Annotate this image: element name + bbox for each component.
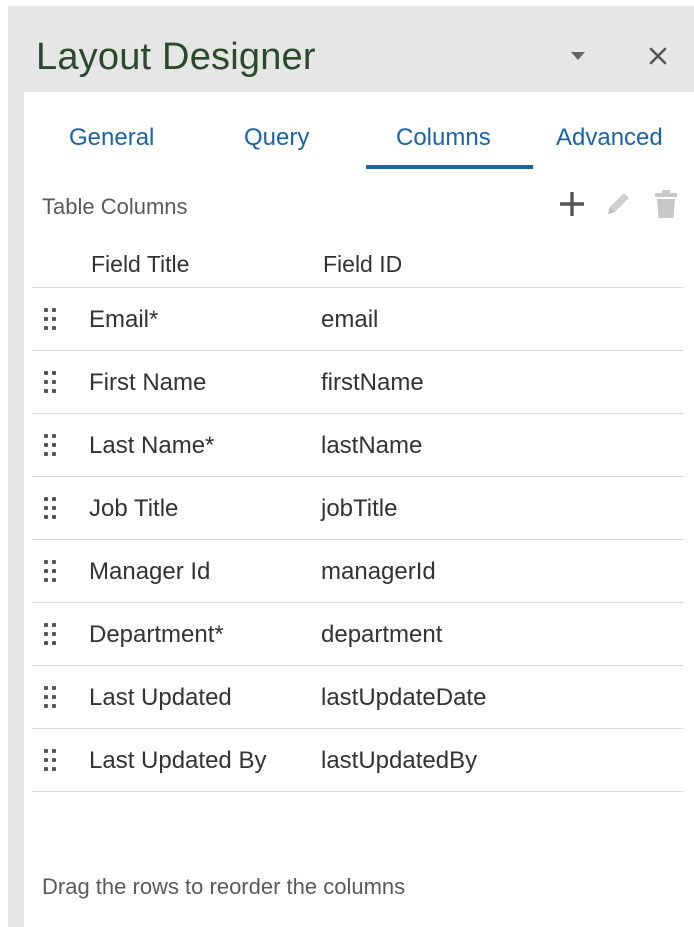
panel-content: General Query Columns Advanced Table Col… (24, 92, 694, 927)
reorder-hint: Drag the rows to reorder the columns (42, 874, 406, 899)
column-header-field-id: Field ID (323, 251, 403, 277)
drag-handle-icon[interactable] (44, 560, 58, 584)
tab-bar: General Query Columns Advanced (24, 92, 694, 172)
table-row[interactable]: Email* email (32, 287, 684, 350)
table-row[interactable]: Job Title jobTitle (32, 476, 684, 539)
tab-query[interactable]: Query (244, 124, 309, 152)
field-title: Department* (89, 621, 224, 648)
drag-handle-icon[interactable] (44, 623, 58, 647)
tab-general[interactable]: General (69, 124, 154, 152)
field-id: lastUpdatedBy (321, 747, 478, 774)
panel-close-button[interactable] (638, 36, 678, 76)
trash-icon (655, 190, 677, 218)
field-title: Email* (89, 306, 159, 333)
field-id: firstName (321, 369, 424, 396)
field-id: managerId (321, 558, 436, 585)
tab-columns[interactable]: Columns (396, 124, 491, 152)
field-title: Last Name* (89, 432, 215, 459)
drag-handle-icon[interactable] (44, 308, 58, 332)
table-row[interactable]: First Name firstName (32, 350, 684, 413)
field-title: First Name (89, 369, 207, 396)
table-columns-label: Table Columns (42, 194, 188, 219)
caret-down-icon (571, 52, 585, 60)
drag-handle-icon[interactable] (44, 749, 58, 773)
field-title: Manager Id (89, 558, 211, 585)
columns-list: Email* email First Name firstName Last N… (32, 287, 684, 792)
plus-icon (560, 192, 584, 216)
field-id: jobTitle (321, 495, 398, 522)
drag-handle-icon[interactable] (44, 497, 58, 521)
pencil-icon (608, 193, 629, 214)
delete-column-button[interactable] (648, 186, 684, 222)
table-row[interactable]: Last Updated By lastUpdatedBy (32, 728, 684, 792)
tab-advanced[interactable]: Advanced (556, 124, 663, 152)
field-id: lastUpdateDate (321, 684, 487, 711)
table-row[interactable]: Last Name* lastName (32, 413, 684, 476)
table-row[interactable]: Manager Id managerId (32, 539, 684, 602)
close-icon (649, 47, 667, 65)
field-title: Last Updated (89, 684, 232, 711)
add-column-button[interactable] (554, 186, 590, 222)
drag-handle-icon[interactable] (44, 434, 58, 458)
drag-handle-icon[interactable] (44, 371, 58, 395)
edit-column-button[interactable] (600, 186, 636, 222)
drag-handle-icon[interactable] (44, 686, 58, 710)
table-row[interactable]: Department* department (32, 602, 684, 665)
column-header-field-title: Field Title (91, 251, 190, 277)
layout-designer-panel: Layout Designer General Query Columns Ad… (8, 6, 694, 927)
field-id: email (321, 306, 379, 333)
panel-header: Layout Designer (8, 6, 694, 92)
field-id: lastName (321, 432, 423, 459)
active-tab-indicator (366, 165, 533, 169)
field-title: Job Title (89, 495, 179, 522)
table-row[interactable]: Last Updated lastUpdateDate (32, 665, 684, 728)
panel-menu-button[interactable] (558, 36, 598, 76)
panel-title: Layout Designer (36, 36, 316, 78)
field-id: department (321, 621, 443, 648)
field-title: Last Updated By (89, 747, 267, 774)
